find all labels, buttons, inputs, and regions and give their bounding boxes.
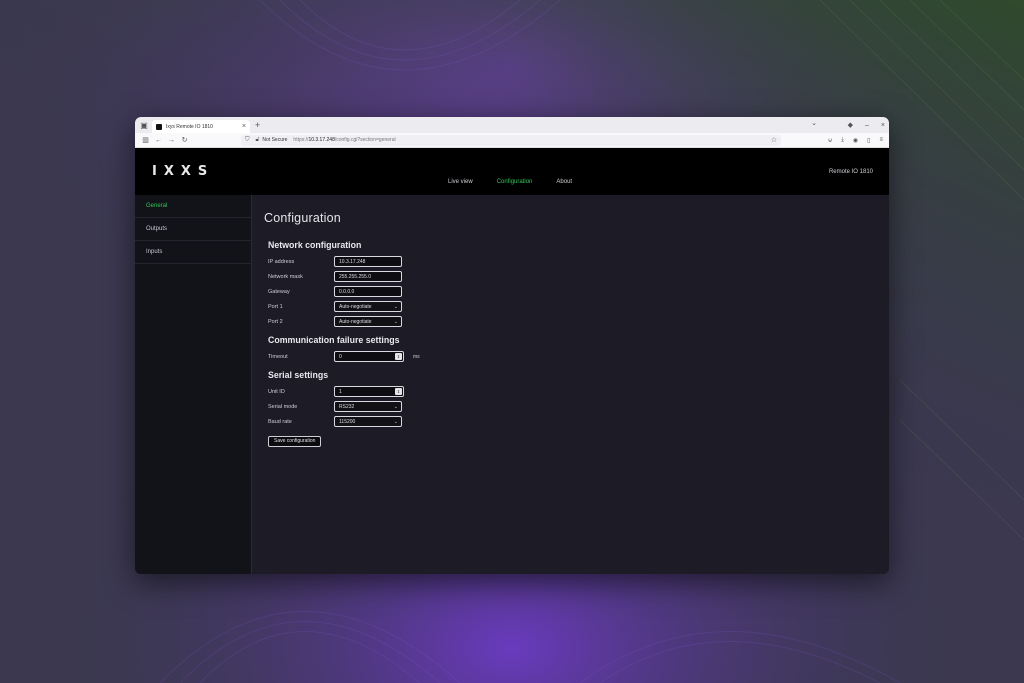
shield-icon[interactable]: ⛉ [245,137,250,144]
comm-section-title: Communication failure settings [268,335,400,345]
nav-configuration[interactable]: Configuration [497,179,533,185]
device-name: Remote IO 1810 [828,169,873,175]
unit-id-row: Unit ID 1 ⇕ [268,384,889,399]
extension-icon[interactable]: ◆ [848,121,853,129]
unit-id-stepper[interactable]: 1 ⇕ [334,386,404,397]
close-window-icon[interactable]: × [881,122,885,129]
nav-live-view[interactable]: Live view [448,179,473,185]
brand-logo[interactable]: IXXS [152,164,214,179]
port1-value: Auto-negotiate [339,303,372,310]
baud-row: Baud rate 115200 ⌄ [268,414,889,429]
network-mask-input[interactable]: 255.255.255.0 [334,271,402,282]
extensions-icon[interactable]: ▯ [867,137,870,144]
minimize-icon[interactable]: – [865,122,869,129]
network-section-title: Network configuration [268,240,362,250]
port1-row: Port 1 Auto-negotiate ⌄ [268,299,889,314]
tab-overview-icon[interactable]: ▣ [139,120,149,130]
serial-section-title: Serial settings [268,370,329,380]
site-favicon-icon [156,123,162,130]
baud-rate-select[interactable]: 115200 ⌄ [334,416,402,427]
url-text: https://10.3.17.248/config.cgi?section=g… [293,137,395,143]
insecure-lock-icon[interactable]: 🔓︎ [256,137,260,144]
chevron-down-icon: ⌄ [393,303,398,310]
sidebar-item-inputs[interactable]: Inputs [135,241,251,264]
app-header: IXXS Live view Configuration About Remot… [135,148,889,195]
mask-row: Network mask 255.255.255.0 [268,269,889,284]
chevron-down-icon: ⌄ [393,318,398,325]
serial-mode-value: RS232 [339,403,355,410]
url-host: 10.3.17.248 [308,137,335,143]
config-content: Configuration Network configuration IP a… [252,195,889,574]
timeout-row: Timeout 0 ⇕ ms [268,349,889,364]
url-prefix: https:// [293,137,309,143]
baud-value: 115200 [339,418,356,425]
port2-value: Auto-negotiate [339,318,372,325]
sidebar: General Outputs Inputs [135,195,252,574]
gateway-value: 0.0.0.0 [339,288,355,295]
unit-id-label: Unit ID [268,388,285,395]
menu-icon[interactable]: ≡ [879,137,883,144]
download-icon[interactable]: ⤓ [841,137,844,144]
app-body: General Outputs Inputs Configuration Net… [135,195,889,574]
toolbar-right-tools: ⊍ ⤓ ◉ ▯ ≡ [828,137,885,144]
ip-value: 10.3.17.248 [339,258,366,265]
timeout-label: Timeout [268,353,288,360]
address-bar[interactable]: ⛉ 🔓︎ Not Secure https://10.3.17.248/conf… [241,134,781,146]
timeout-value: 0 [339,353,342,360]
save-configuration-button[interactable]: Save configuration [268,435,322,447]
sidebar-toggle-icon[interactable]: ▥ [139,136,152,144]
page-title: Configuration [264,211,341,225]
ip-address-input[interactable]: 10.3.17.248 [334,256,402,267]
unit-id-value: 1 [339,388,342,395]
tab-bar: ▣ Ixys Remote IO 1810 × + ⌄ ◆ – × [135,117,889,133]
reload-icon[interactable]: ↻ [178,136,191,144]
spin-arrows-icon[interactable]: ⇕ [395,388,402,395]
serial-mode-row: Serial mode RS232 ⌄ [268,399,889,414]
new-tab-icon[interactable]: + [255,120,260,130]
port1-select[interactable]: Auto-negotiate ⌄ [334,301,402,312]
pocket-icon[interactable]: ⊍ [828,137,832,144]
forward-arrow-icon[interactable]: → [165,137,178,144]
timeout-unit: ms [413,353,420,360]
port1-label: Port 1 [268,303,283,310]
sidebar-item-general[interactable]: General [135,195,251,218]
ip-row: IP address 10.3.17.248 [268,254,889,269]
back-arrow-icon[interactable]: ← [152,137,165,144]
mask-value: 255.255.255.0 [339,273,371,280]
gateway-row: Gateway 0.0.0.0 [268,284,889,299]
close-tab-icon[interactable]: × [242,123,246,130]
account-icon[interactable]: ◉ [853,137,858,144]
port2-select[interactable]: Auto-negotiate ⌄ [334,316,402,327]
serial-mode-label: Serial mode [268,403,298,410]
tab-title: Ixys Remote IO 1810 [166,123,213,130]
gateway-input[interactable]: 0.0.0.0 [334,286,402,297]
chevron-down-icon: ⌄ [393,403,398,410]
browser-toolbar: ▥ ← → ↻ ⛉ 🔓︎ Not Secure https://10.3.17.… [135,133,889,148]
browser-window: ▣ Ixys Remote IO 1810 × + ⌄ ◆ – × ▥ ← → … [135,117,889,574]
sidebar-item-outputs[interactable]: Outputs [135,218,251,241]
serial-mode-select[interactable]: RS232 ⌄ [334,401,402,412]
not-secure-label: Not Secure [262,137,288,143]
bookmark-star-icon[interactable]: ☆ [771,136,777,144]
port2-row: Port 2 Auto-negotiate ⌄ [268,314,889,329]
url-path: /config.cgi?section=general [334,137,396,143]
main-nav: Live view Configuration About [448,179,572,185]
tab-list-chevron-icon[interactable]: ⌄ [811,119,817,127]
timeout-stepper[interactable]: 0 ⇕ [334,351,404,362]
port2-label: Port 2 [268,318,283,325]
chevron-down-icon: ⌄ [393,418,398,425]
baud-label: Baud rate [268,418,292,425]
gateway-label: Gateway [268,288,290,295]
browser-tab[interactable]: Ixys Remote IO 1810 × [152,120,250,133]
mask-label: Network mask [268,273,303,280]
ip-label: IP address [268,258,295,265]
window-controls: ◆ – × [848,117,885,133]
spin-arrows-icon[interactable]: ⇕ [395,353,402,360]
nav-about[interactable]: About [556,179,572,185]
